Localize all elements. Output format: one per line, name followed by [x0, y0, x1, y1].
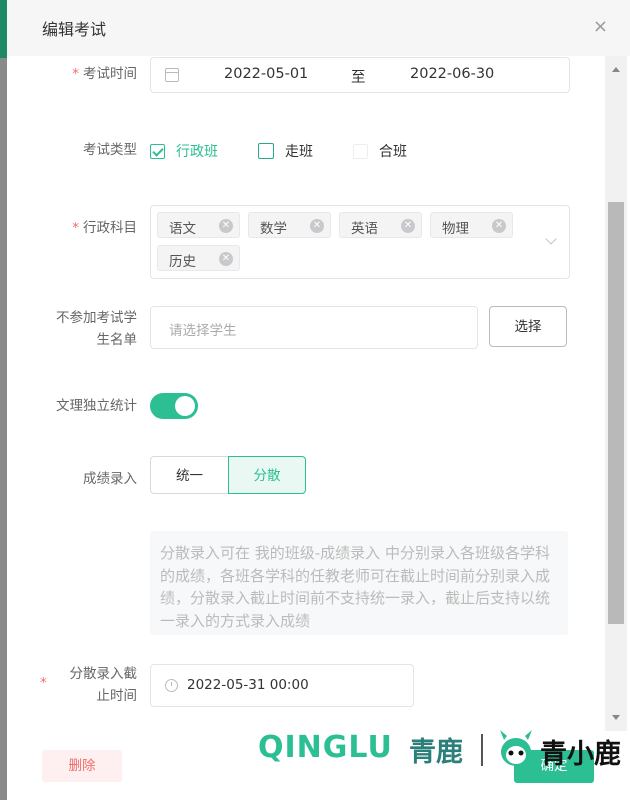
vertical-scrollbar[interactable] [605, 56, 627, 731]
dialog-header: 编辑考试 × [7, 0, 630, 56]
subject-tag: 物理 ✕ [430, 212, 513, 238]
watermark-latin-text: QINGLU [258, 730, 393, 765]
excluded-students-label: 不参加考试学 生名单 [56, 310, 137, 348]
subjects-label: * 行政科目 [72, 220, 137, 236]
delete-button[interactable]: 删除 [42, 750, 122, 782]
checkbox-icon[interactable] [258, 143, 274, 159]
required-mark: * [72, 66, 79, 82]
tag-remove-icon[interactable]: ✕ [492, 219, 506, 233]
chevron-down-icon[interactable] [545, 233, 557, 245]
checkbox-administrative-class[interactable]: 行政班 [150, 141, 218, 161]
edit-exam-dialog: 编辑考试 × * 考试时间 2022-05-01 至 2022-06-30 考试类… [7, 0, 630, 800]
separate-stats-label: 文理独立统计 [56, 398, 137, 414]
score-entry-label: 成绩录入 [83, 471, 137, 487]
brand-watermark: QINGLU 青鹿 青小鹿 [258, 726, 630, 774]
scroll-down-arrow-icon[interactable] [612, 715, 620, 720]
subject-tag: 英语 ✕ [339, 212, 422, 238]
range-end[interactable]: 2022-06-30 [410, 66, 494, 82]
backdrop-accent [0, 0, 7, 58]
scrollbar-thumb[interactable] [608, 202, 624, 624]
checkbox-combined-class[interactable]: 合班 [353, 141, 407, 161]
score-entry-separate-option[interactable]: 分散 [228, 456, 306, 494]
range-separator: 至 [351, 70, 366, 86]
tag-remove-icon[interactable]: ✕ [219, 219, 233, 233]
score-entry-tip: 分散录入可在 我的班级-成绩录入 中分别录入各班级各学科的成绩，各班各学科的任教… [150, 531, 568, 635]
checkbox-checked-icon[interactable] [150, 143, 165, 159]
deer-logo-icon [500, 730, 532, 766]
tag-remove-icon[interactable]: ✕ [219, 252, 233, 266]
scroll-up-arrow-icon[interactable] [612, 67, 620, 72]
deadline-datetime-picker[interactable]: 2022-05-31 00:00 [150, 664, 414, 707]
checkbox-icon[interactable] [353, 143, 368, 159]
watermark-brand-cn: 青鹿 [409, 737, 463, 768]
student-select-placeholder: 请选择学生 [169, 323, 237, 339]
subject-tag: 数学 ✕ [248, 212, 331, 238]
select-students-button[interactable]: 选择 [489, 306, 567, 347]
subject-tag: 历史 ✕ [157, 245, 240, 271]
exam-date-range-picker[interactable]: 2022-05-01 至 2022-06-30 [150, 57, 570, 93]
clock-icon [165, 679, 178, 692]
close-icon[interactable]: × [593, 16, 608, 37]
range-start[interactable]: 2022-05-01 [224, 66, 308, 82]
dialog-body: * 考试时间 2022-05-01 至 2022-06-30 考试类型 行政班 走… [7, 56, 605, 731]
dialog-title: 编辑考试 [42, 20, 107, 39]
calendar-icon [165, 68, 179, 82]
checkbox-mobile-class[interactable]: 走班 [258, 141, 313, 161]
page-backdrop [0, 0, 7, 800]
required-mark: * [72, 220, 79, 236]
subjects-multi-select[interactable]: 语文 ✕ 数学 ✕ 英语 ✕ 物理 ✕ 历史 ✕ [150, 205, 570, 279]
tag-remove-icon[interactable]: ✕ [310, 219, 324, 233]
separate-stats-toggle[interactable] [150, 393, 198, 419]
deadline-value: 2022-05-31 00:00 [187, 677, 309, 693]
score-entry-unified-option[interactable]: 统一 [150, 456, 229, 494]
exam-type-label: 考试类型 [83, 142, 137, 158]
toggle-knob [175, 396, 195, 416]
watermark-brand-cn-2: 青小鹿 [540, 739, 621, 770]
exam-time-label: * 考试时间 [72, 66, 137, 82]
subject-tag: 语文 ✕ [157, 212, 240, 238]
deadline-label: 分散录入截 止时间 [69, 666, 138, 704]
student-select-input[interactable]: 请选择学生 [150, 306, 478, 349]
tag-remove-icon[interactable]: ✕ [401, 219, 415, 233]
watermark-divider [481, 734, 483, 766]
